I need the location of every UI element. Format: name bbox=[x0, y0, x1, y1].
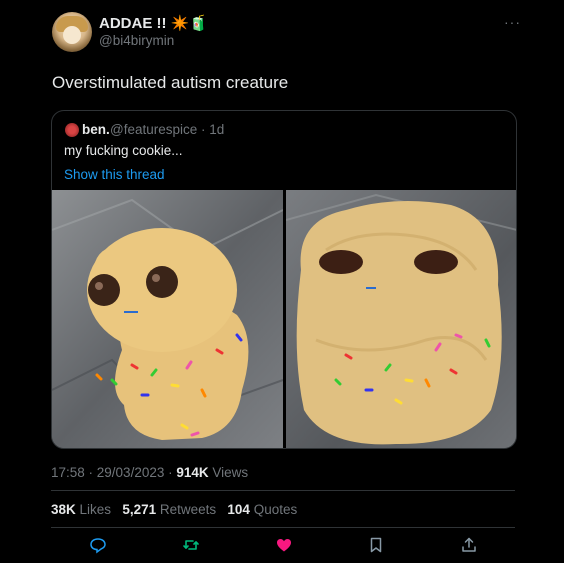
quoted-author-name[interactable]: ben. bbox=[82, 122, 110, 137]
tweet-photo-raw-dough[interactable] bbox=[52, 190, 283, 448]
divider bbox=[51, 527, 515, 528]
tweet-timestamp[interactable]: 17:58 · 29/03/2023 · bbox=[51, 465, 176, 480]
bookmark-icon[interactable] bbox=[367, 536, 385, 554]
divider bbox=[51, 490, 515, 491]
tweet-text: Overstimulated autism creature bbox=[52, 73, 289, 92]
retweet-icon[interactable] bbox=[182, 536, 200, 554]
quoted-tweet-text: my fucking cookie... bbox=[64, 143, 183, 158]
more-options-icon[interactable]: ··· bbox=[504, 14, 521, 30]
show-thread-link[interactable]: Show this thread bbox=[64, 167, 165, 182]
quoted-author-handle[interactable]: @featurespice · 1d bbox=[110, 122, 224, 137]
author-avatar[interactable] bbox=[52, 12, 92, 52]
share-icon[interactable] bbox=[460, 536, 478, 554]
quotes-stat[interactable]: 104 Quotes bbox=[227, 502, 297, 517]
reply-icon[interactable] bbox=[89, 536, 107, 554]
views-count: 914K bbox=[176, 465, 209, 480]
tweet-timestamp-views: 17:58 · 29/03/2023 · 914K Views bbox=[51, 465, 248, 480]
author-display-name[interactable]: ADDAE !! ✴️🧃 bbox=[99, 14, 208, 32]
tweet-photo-baked-cookie[interactable] bbox=[286, 190, 516, 448]
quoted-tweet[interactable]: ben. @featurespice · 1d my fucking cooki… bbox=[51, 110, 517, 449]
retweets-stat[interactable]: 5,271 Retweets bbox=[122, 502, 216, 517]
quoted-author-avatar[interactable] bbox=[65, 123, 79, 137]
views-label: Views bbox=[208, 465, 249, 480]
like-icon[interactable] bbox=[275, 536, 293, 554]
author-handle[interactable]: @bi4birymin bbox=[99, 33, 174, 48]
tweet-stats: 38K Likes 5,271 Retweets 104 Quotes bbox=[51, 502, 297, 517]
likes-stat[interactable]: 38K Likes bbox=[51, 502, 111, 517]
